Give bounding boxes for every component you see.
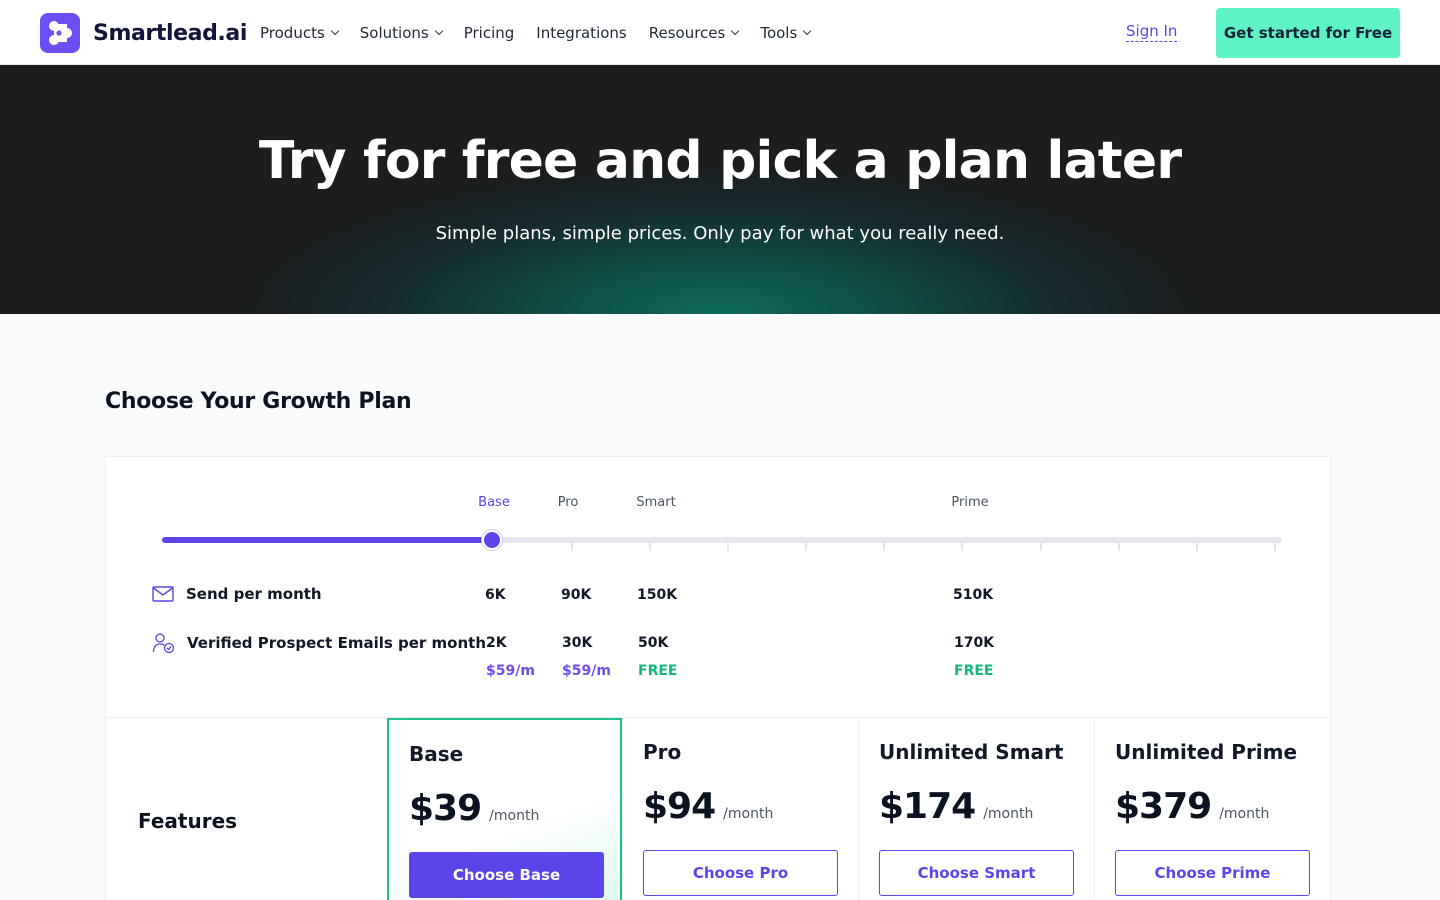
- nav-solutions[interactable]: Solutions: [359, 23, 443, 42]
- slider-tick: [649, 543, 651, 551]
- chevron-down-icon: [803, 26, 812, 35]
- send-value-prime: 510K: [953, 587, 994, 603]
- send-per-month-text: Send per month: [186, 585, 322, 603]
- get-started-button[interactable]: Get started for Free: [1216, 8, 1400, 58]
- brand-name: Smartlead.ai: [93, 20, 247, 46]
- main-nav: Products Solutions Pricing Integrations …: [260, 0, 832, 65]
- tier-label-smart[interactable]: Smart: [636, 495, 675, 510]
- verified-value-base: 2K: [486, 635, 507, 651]
- slider-tick: [727, 543, 729, 551]
- slider-tick: [1040, 543, 1042, 551]
- plan-price: $174 /month: [879, 786, 1033, 827]
- plan-price: $39 /month: [409, 788, 539, 829]
- addon-price-smart: FREE: [638, 663, 678, 679]
- slider-tick: [1196, 543, 1198, 551]
- hero-subtitle: Simple plans, simple prices. Only pay fo…: [435, 223, 1005, 244]
- tier-label-base[interactable]: Base: [478, 495, 510, 510]
- sign-in-link[interactable]: Sign In: [1126, 22, 1178, 42]
- nav-resources-label: Resources: [648, 23, 726, 42]
- plan-card-smart: Unlimited Smart $174 /month Choose Smart: [858, 718, 1094, 900]
- chevron-down-icon: [731, 26, 740, 35]
- volume-slider-handle[interactable]: [482, 530, 503, 550]
- send-value-base: 6K: [485, 587, 506, 603]
- nav-pricing-label: Pricing: [463, 23, 515, 42]
- choose-pro-button[interactable]: Choose Pro: [643, 850, 838, 896]
- verified-value-smart: 50K: [638, 635, 669, 651]
- plan-card-base: Base $39 /month Choose Base: [387, 718, 622, 900]
- plan-name: Pro: [643, 740, 682, 764]
- nav-pricing[interactable]: Pricing: [464, 24, 515, 42]
- nav-integrations[interactable]: Integrations: [536, 24, 626, 42]
- plan-price: $94 /month: [643, 786, 773, 827]
- plan-amount: $94: [643, 786, 716, 827]
- tier-label-pro[interactable]: Pro: [558, 495, 579, 510]
- plan-card-prime: Unlimited Prime $379 /month Choose Prime: [1094, 718, 1331, 900]
- hero-banner: Try for free and pick a plan later Simpl…: [0, 65, 1440, 314]
- choose-prime-button[interactable]: Choose Prime: [1115, 850, 1310, 896]
- nav-products[interactable]: Products: [260, 23, 340, 42]
- slider-tick: [1274, 543, 1276, 551]
- verified-emails-label: Verified Prospect Emails per month: [152, 632, 486, 654]
- plan-period: /month: [983, 806, 1034, 822]
- plan-period: /month: [489, 808, 540, 824]
- tier-label-prime[interactable]: Prime: [951, 495, 988, 510]
- choose-smart-button[interactable]: Choose Smart: [879, 850, 1074, 896]
- envelope-icon: [152, 586, 174, 602]
- plan-card-pro: Pro $94 /month Choose Pro: [622, 718, 858, 900]
- brand-logo[interactable]: Smartlead.ai: [40, 13, 247, 53]
- features-label: Features: [138, 809, 238, 833]
- growth-plan-title: Choose Your Growth Plan: [105, 389, 412, 414]
- volume-slider-fill: [162, 537, 493, 543]
- send-per-month-label: Send per month: [152, 585, 322, 603]
- plan-amount: $174: [879, 786, 976, 827]
- nav-integrations-label: Integrations: [536, 23, 627, 42]
- nav-products-label: Products: [260, 23, 325, 42]
- nav-tools-label: Tools: [760, 23, 798, 42]
- addon-price-base: $59/m: [486, 663, 535, 679]
- addon-price-pro: $59/m: [562, 663, 611, 679]
- plan-amount: $379: [1115, 786, 1212, 827]
- slider-tick: [571, 543, 573, 551]
- slider-tick: [961, 543, 963, 551]
- chevron-down-icon: [330, 26, 340, 35]
- nav-solutions-label: Solutions: [359, 23, 429, 42]
- plan-price: $379 /month: [1115, 786, 1269, 827]
- logo-icon: [40, 13, 80, 53]
- slider-tick: [1118, 543, 1120, 551]
- plan-name: Base: [409, 742, 464, 766]
- plan-amount: $39: [409, 788, 482, 829]
- top-header: Smartlead.ai Products Solutions Pricing …: [0, 0, 1440, 65]
- plan-name: Unlimited Smart: [879, 740, 1064, 764]
- plan-period: /month: [1219, 806, 1270, 822]
- verified-emails-text: Verified Prospect Emails per month: [187, 634, 486, 652]
- hero-title: Try for free and pick a plan later: [258, 131, 1182, 191]
- nav-tools[interactable]: Tools: [760, 23, 812, 42]
- verified-value-prime: 170K: [954, 635, 995, 651]
- plan-period: /month: [723, 806, 774, 822]
- send-value-smart: 150K: [637, 587, 678, 603]
- addon-price-prime: FREE: [954, 663, 994, 679]
- volume-slider-track[interactable]: [162, 537, 1282, 543]
- nav-resources[interactable]: Resources: [648, 23, 740, 42]
- choose-base-button[interactable]: Choose Base: [409, 852, 604, 898]
- user-check-icon: [152, 633, 175, 654]
- slider-tick: [805, 543, 807, 551]
- send-value-pro: 90K: [561, 587, 592, 603]
- chevron-down-icon: [434, 26, 443, 35]
- verified-value-pro: 30K: [562, 635, 593, 651]
- slider-tick: [883, 543, 885, 551]
- plan-name: Unlimited Prime: [1115, 740, 1298, 764]
